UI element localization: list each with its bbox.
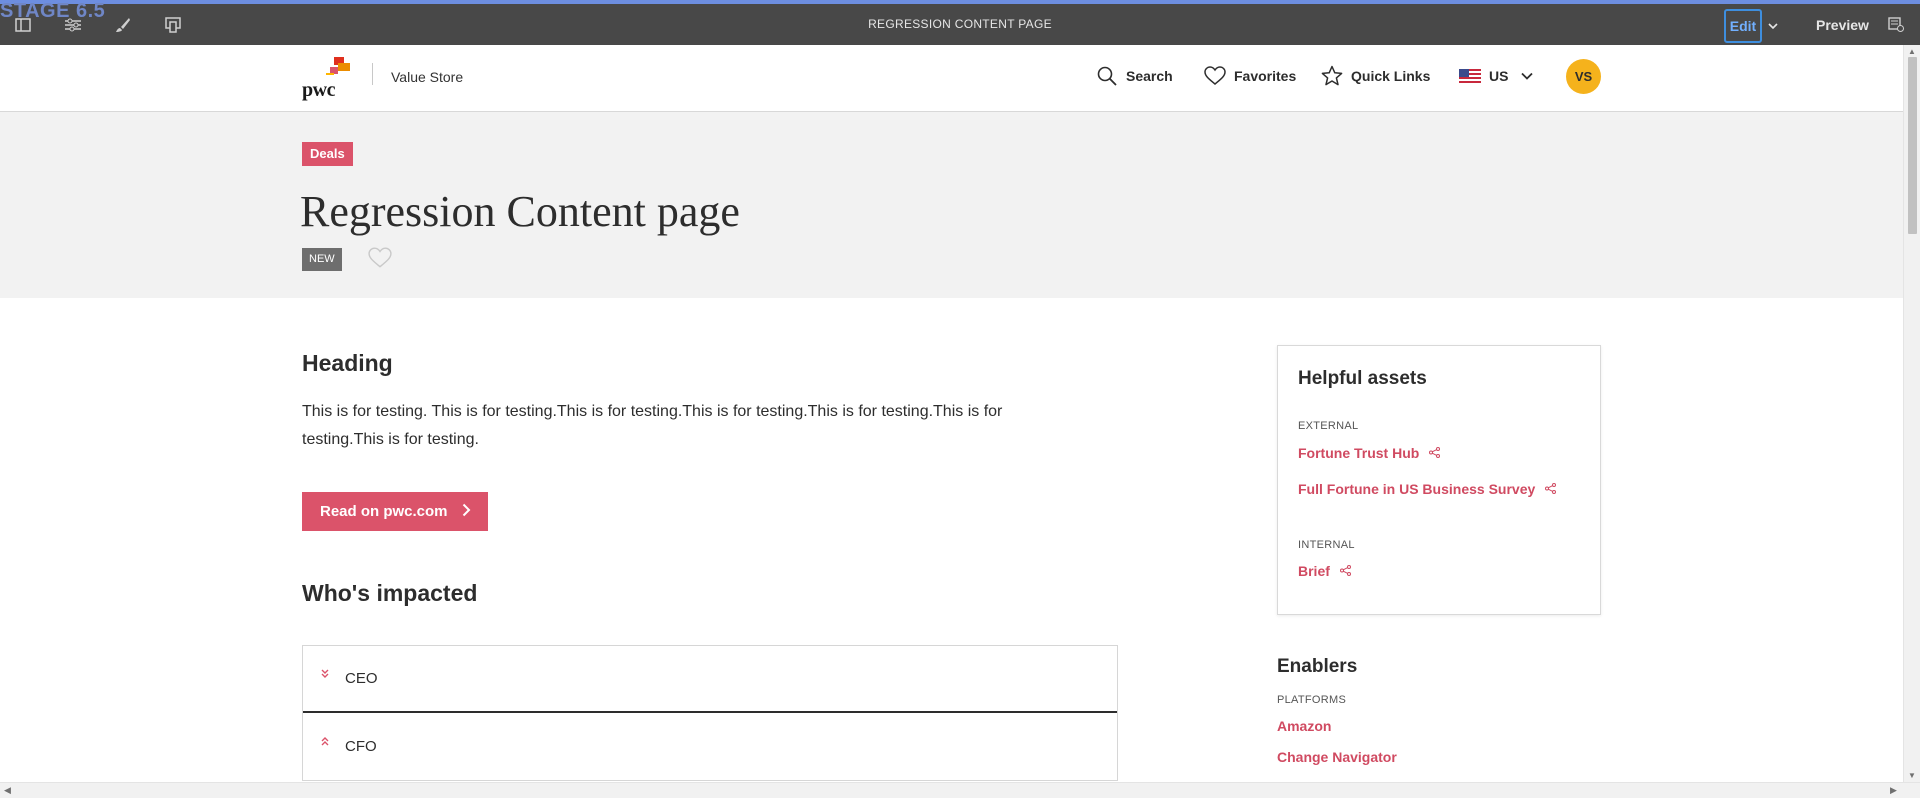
quick-links-label: Quick Links	[1351, 68, 1431, 84]
nav-quick-links[interactable]: Quick Links	[1321, 65, 1430, 87]
pwc-logo[interactable]: pwc	[302, 57, 352, 101]
site-name[interactable]: Value Store	[391, 69, 463, 85]
star-icon	[1321, 65, 1343, 87]
enablers-title: Enablers	[1277, 656, 1358, 677]
header-divider	[372, 63, 373, 85]
mode-dropdown-chevron-icon[interactable]	[1768, 17, 1778, 35]
vertical-scroll-thumb[interactable]	[1908, 57, 1917, 234]
vertical-scrollbar[interactable]: ▲ ▼	[1903, 45, 1920, 782]
page-hero: Deals Regression Content page NEW	[0, 112, 1903, 298]
logo-text: pwc	[302, 79, 335, 101]
page-title: Regression Content page	[300, 187, 740, 236]
scroll-left-arrow-icon[interactable]: ◀	[4, 785, 11, 796]
horizontal-scrollbar[interactable]: ◀ ▶	[0, 782, 1920, 798]
accordion-item-cfo[interactable]: CFO	[303, 713, 1117, 780]
read-button-label: Read on pwc.com	[320, 503, 448, 520]
double-chevron-up-icon	[321, 736, 331, 747]
scroll-right-arrow-icon[interactable]: ▶	[1890, 785, 1897, 796]
enablers-section: Enablers PLATFORMS Amazon Change Navigat…	[1277, 656, 1607, 765]
editor-toolbar: STAGE 6.5 REGRESSION CONTENT PAGE Edit P…	[0, 0, 1920, 45]
us-flag-icon	[1459, 65, 1481, 87]
asset-link-fortune-trust-hub[interactable]: Fortune Trust Hub	[1298, 445, 1441, 461]
double-chevron-down-icon	[321, 669, 331, 679]
nav-search[interactable]: Search	[1096, 65, 1173, 87]
chevron-right-icon	[462, 503, 471, 521]
asset-link-label: Brief	[1298, 563, 1330, 579]
internal-label: INTERNAL	[1298, 539, 1355, 551]
new-badge: NEW	[302, 248, 342, 271]
search-icon	[1096, 65, 1118, 87]
share-icon[interactable]	[1429, 445, 1441, 461]
asset-link-full-fortune-survey[interactable]: Full Fortune in US Business Survey	[1298, 481, 1557, 497]
scroll-down-arrow-icon[interactable]: ▼	[1908, 771, 1916, 780]
accordion-item-ceo[interactable]: CEO	[303, 646, 1117, 713]
asset-link-label: Full Fortune in US Business Survey	[1298, 481, 1536, 497]
user-avatar[interactable]: VS	[1566, 59, 1601, 94]
add-favorite-heart-icon[interactable]	[368, 247, 392, 274]
favorites-label: Favorites	[1234, 68, 1297, 84]
chevron-down-icon	[1516, 65, 1538, 87]
accordion-label: CEO	[345, 670, 378, 687]
helpful-assets-title: Helpful assets	[1298, 368, 1427, 389]
accordion-label: CFO	[345, 738, 377, 755]
heart-icon	[1204, 65, 1226, 87]
share-icon[interactable]	[1339, 563, 1351, 579]
section-heading: Heading	[302, 350, 393, 376]
scroll-up-arrow-icon[interactable]: ▲	[1908, 47, 1916, 56]
external-label: EXTERNAL	[1298, 420, 1359, 432]
platforms-label: PLATFORMS	[1277, 694, 1347, 706]
platform-link-amazon[interactable]: Amazon	[1277, 718, 1607, 734]
read-on-pwc-button[interactable]: Read on pwc.com	[302, 492, 488, 531]
preview-mode-button[interactable]: Preview	[1816, 17, 1869, 33]
site-header: pwc Value Store Search Favorites Quick L…	[0, 45, 1903, 112]
annotations-icon[interactable]	[1888, 16, 1904, 37]
helpful-assets-card: Helpful assets EXTERNAL Fortune Trust Hu…	[1277, 345, 1601, 615]
search-label: Search	[1126, 68, 1173, 84]
asset-link-brief[interactable]: Brief	[1298, 563, 1351, 579]
region-selector[interactable]: US	[1459, 65, 1538, 87]
impacted-accordion: CEO CFO	[302, 645, 1118, 781]
edit-mode-button[interactable]: Edit	[1724, 9, 1762, 43]
category-tag[interactable]: Deals	[302, 142, 353, 166]
impacted-heading: Who's impacted	[302, 580, 478, 606]
asset-link-label: Fortune Trust Hub	[1298, 445, 1420, 461]
region-label: US	[1489, 68, 1509, 84]
body-paragraph: This is for testing. This is for testing…	[302, 403, 1003, 448]
platform-link-change-navigator[interactable]: Change Navigator	[1277, 749, 1607, 765]
share-icon[interactable]	[1545, 481, 1557, 497]
nav-favorites[interactable]: Favorites	[1204, 65, 1296, 87]
editor-page-title: REGRESSION CONTENT PAGE	[868, 17, 1052, 31]
